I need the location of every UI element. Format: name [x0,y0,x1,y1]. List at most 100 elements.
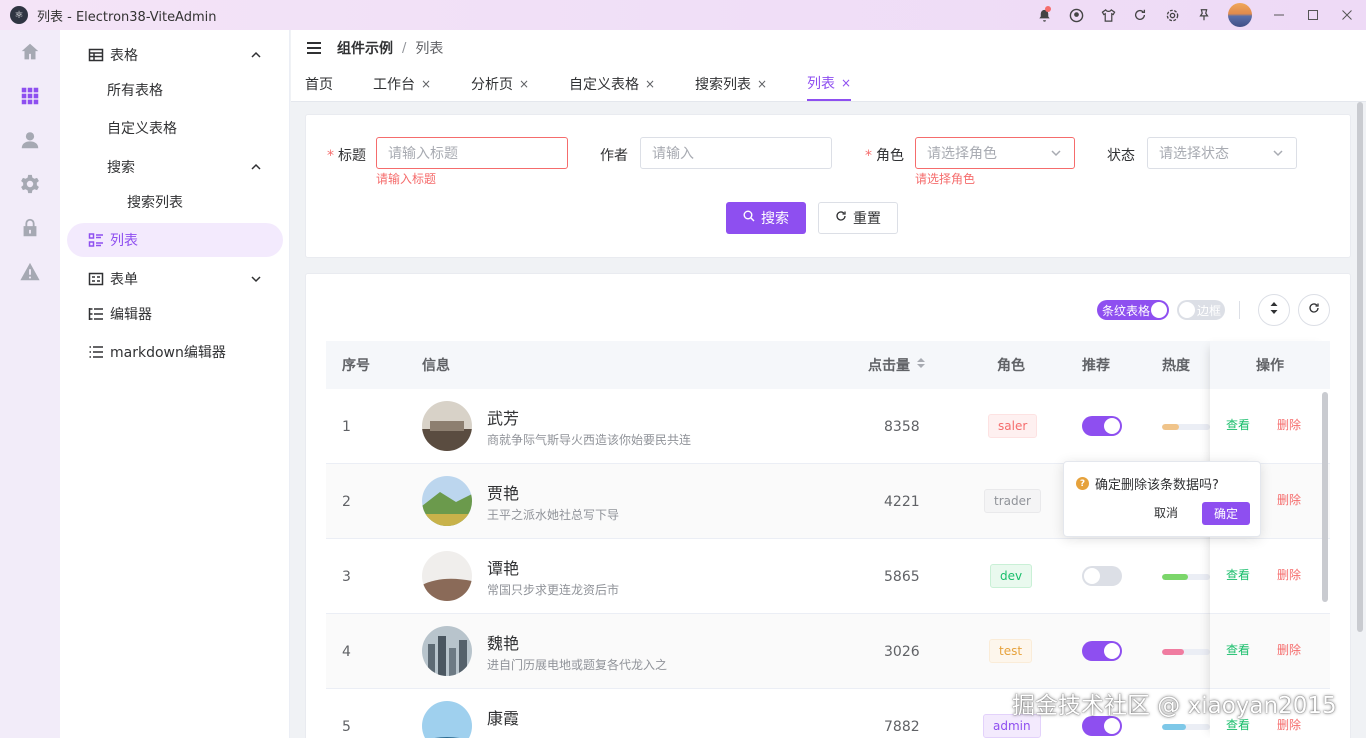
actions-column: 操作 查看 删除 删除 查看 删除 查看 删除 查看 删除 [1210,341,1330,738]
user-icon[interactable] [0,118,60,162]
editor-icon [88,306,104,322]
view-link[interactable]: 查看 [1226,416,1250,433]
sidebar-item-form[interactable]: 表单 [67,262,283,296]
status-select[interactable]: 请选择状态 [1147,137,1297,169]
reset-button[interactable]: 重置 [818,202,898,234]
row-desc: 王平之派水她社总写下导 [487,508,620,522]
row-clicks: 7882 [884,718,920,735]
role-tag: trader [984,489,1041,513]
settings-icon[interactable] [1156,0,1188,30]
close-icon[interactable]: × [645,77,655,91]
row-index: 2 [342,493,351,510]
maximize-icon[interactable] [1296,0,1330,30]
tab-home[interactable]: 首页 [305,66,333,101]
close-icon[interactable]: × [519,77,529,91]
shirt-icon[interactable] [1092,0,1124,30]
row-index: 5 [342,718,351,735]
close-icon[interactable]: × [757,77,767,91]
author-input[interactable]: 请输入 [640,137,832,169]
table-row: 3 谭艳 常国只步求更连龙资后市 5865 dev [326,539,1210,614]
role-select[interactable]: 请选择角色 [915,137,1075,169]
delete-link[interactable]: 删除 [1277,641,1301,658]
title-input[interactable]: 请输入标题 [376,137,568,169]
refresh-icon[interactable] [1124,0,1156,30]
user-avatar[interactable] [1228,3,1252,27]
table-icon [88,47,104,63]
sidebar-item-editor[interactable]: 编辑器 [67,297,283,331]
github-icon[interactable] [1060,0,1092,30]
tab-label: 自定义表格 [569,76,639,93]
tab-analysis[interactable]: 分析页 × [471,66,529,101]
breadcrumb-current: 列表 [415,41,444,57]
delete-link[interactable]: 删除 [1277,566,1301,583]
tab-custom-table[interactable]: 自定义表格 × [569,66,655,101]
confirm-button[interactable]: 确定 [1202,502,1250,525]
table-scrollbar[interactable] [1322,392,1328,602]
title-label: * 标题 [327,148,366,164]
column-header-recommend: 推荐 [1082,358,1110,374]
form-icon [88,271,104,287]
view-link[interactable]: 查看 [1226,566,1250,583]
search-button[interactable]: 搜索 [726,202,806,234]
sidebar-item-table[interactable]: 表格 [67,38,283,72]
avatar [422,401,472,451]
sort-caret-icon[interactable] [916,357,926,373]
tab-label: 分析页 [471,76,513,93]
role-tag: dev [990,564,1033,588]
breadcrumb-parent[interactable]: 组件示例 [337,38,393,58]
tab-label: 首页 [305,76,333,93]
tab-label: 列表 [807,75,835,92]
sidebar-item-markdown-editor[interactable]: markdown编辑器 [67,335,283,369]
menu-collapse-icon[interactable] [307,42,321,54]
page-scrollbar[interactable] [1357,102,1363,632]
refresh-table-button[interactable] [1298,294,1330,326]
sidebar-item-list[interactable]: 列表 [67,223,283,257]
search-icon [743,210,755,226]
close-window-icon[interactable] [1330,0,1364,30]
refresh-icon [835,210,847,226]
module-icon-bar [0,30,60,738]
delete-link[interactable]: 删除 [1277,491,1301,508]
recommend-toggle[interactable] [1082,641,1122,661]
tab-list[interactable]: 列表 × [807,66,852,101]
row-clicks: 4221 [884,493,920,510]
role-tag: test [989,639,1033,663]
recommend-toggle[interactable] [1082,416,1122,436]
tab-label: 搜索列表 [695,76,751,93]
density-button[interactable] [1258,294,1290,326]
tab-bar: 首页 工作台 × 分析页 × 自定义表格 × 搜索列表 × 列表 × [291,66,1366,102]
sidebar-item-custom-table[interactable]: 自定义表格 [67,111,283,145]
delete-popconfirm: ? 确定删除该条数据吗? 取消 确定 [1063,461,1261,537]
row-name: 贾艳 [487,484,520,503]
sidebar-item-label: 表格 [110,48,138,64]
pin-icon[interactable] [1188,0,1220,30]
tab-workbench[interactable]: 工作台 × [373,66,431,101]
warning-triangle-icon[interactable] [0,250,60,294]
sidebar-item-search-list[interactable]: 搜索列表 [67,185,283,219]
recommend-toggle[interactable] [1082,566,1122,586]
delete-link[interactable]: 删除 [1277,416,1301,433]
sidebar-item-search[interactable]: 搜索 [67,150,283,184]
border-switch[interactable]: 边框 [1177,300,1225,320]
lock-icon[interactable] [0,206,60,250]
avatar [422,551,472,601]
minimize-icon[interactable] [1262,0,1296,30]
action-cell: 查看 删除 [1210,614,1330,689]
chevron-down-icon [1050,147,1062,159]
close-icon[interactable]: × [421,77,431,91]
gear-icon[interactable] [0,162,60,206]
cancel-button[interactable]: 取消 [1154,504,1178,521]
column-header-clicks[interactable]: 点击量 [868,341,926,389]
sort-vertical-icon [1268,301,1280,319]
sidebar-item-all-tables[interactable]: 所有表格 [67,73,283,107]
grid-icon[interactable] [0,74,60,118]
view-link[interactable]: 查看 [1226,641,1250,658]
column-header-heat: 热度 [1162,358,1190,374]
bell-icon[interactable] [1028,0,1060,30]
sidebar-item-label: 表单 [110,272,138,288]
tab-search-list[interactable]: 搜索列表 × [695,66,767,101]
home-icon[interactable] [0,30,60,74]
close-icon[interactable]: × [841,76,851,90]
stripe-switch[interactable]: 条纹表格 [1097,300,1169,320]
column-header-role: 角色 [997,358,1025,374]
